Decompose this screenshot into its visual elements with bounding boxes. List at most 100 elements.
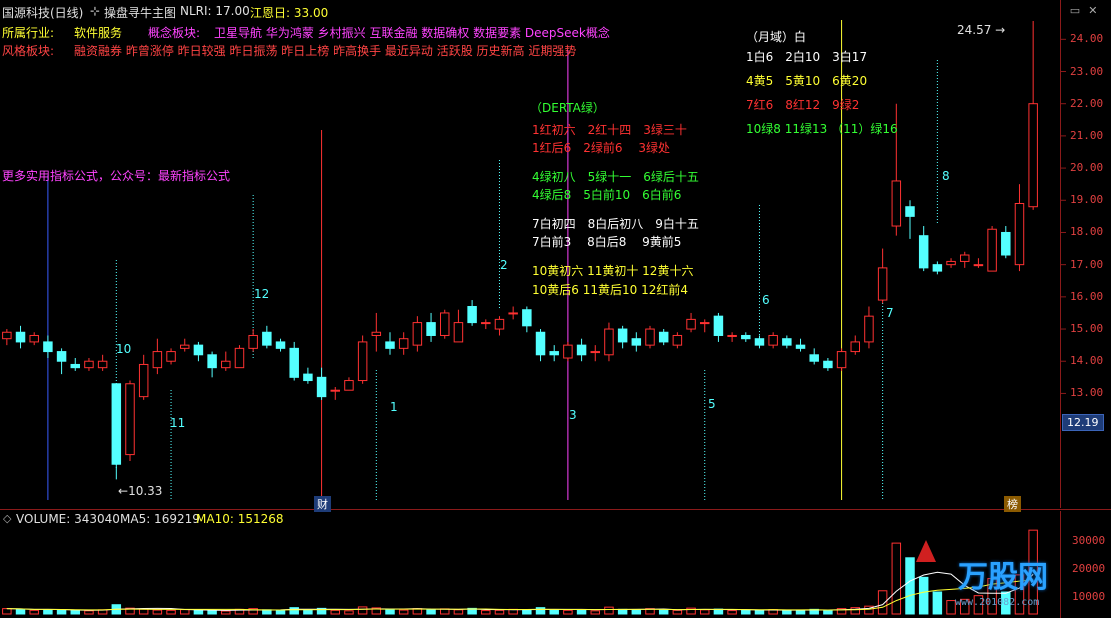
volume-bar [262, 609, 272, 615]
candle-body [699, 322, 710, 325]
yellow-row-2: 10黄后6 11黄后10 12红前4 [532, 283, 688, 297]
candle-body [344, 380, 354, 391]
volume-bar [494, 609, 505, 615]
volume-bar [193, 609, 204, 615]
candle-body [891, 180, 902, 227]
volume-collapse-icon[interactable]: ◇ [3, 512, 11, 525]
candle-body [398, 338, 409, 349]
price-axis-border [1060, 0, 1061, 508]
candle-body [727, 334, 737, 337]
jiangen-value: 江恩日: 33.00 [250, 6, 329, 20]
red-row-2: 1红后6 2绿前6 3绿处 [532, 141, 670, 155]
low-annotation: ←10.33 [118, 484, 162, 498]
cai-tag[interactable]: 财 [314, 496, 331, 512]
close-icon[interactable]: ✕ [1086, 4, 1100, 18]
volume-bar [905, 557, 915, 615]
volume-bar [426, 609, 436, 615]
marker-10: 10 [116, 342, 132, 356]
candle-body [289, 347, 299, 378]
volume-bar [166, 609, 176, 615]
candle-body [658, 331, 669, 343]
candle-body [125, 383, 135, 456]
marker-1: 1 [390, 400, 398, 414]
marker-8: 8 [942, 169, 950, 183]
candle-body [385, 341, 395, 349]
candle-body [918, 235, 929, 269]
candle-body [262, 331, 272, 346]
volume-bar [754, 609, 765, 615]
candle-body [809, 354, 819, 362]
marker-12: 12 [254, 287, 270, 301]
style-value[interactable]: 融资融券 昨曾涨停 昨日较强 昨日振荡 昨日上榜 昨高换手 最近异动 活跃股 历… [74, 42, 576, 59]
candle-body [453, 322, 464, 343]
yellow-row-1: 10黄初六 11黄初十 12黄十六 [532, 264, 694, 278]
concept-value[interactable]: 卫星导航 华为鸿蒙 乡村振兴 互联金融 数据确权 数据要素 DeepSeek概念 [214, 24, 610, 41]
candle-body [29, 334, 39, 343]
ma5-value: MA5: 169219 [120, 512, 200, 526]
indicator-name[interactable]: 操盘寻牛主图 [104, 4, 176, 21]
candle-body [768, 334, 778, 346]
price-axis-label: 18.00 [1070, 225, 1104, 239]
industry-value[interactable]: 软件服务 [74, 24, 122, 41]
bang-tag[interactable]: 榜 [1004, 496, 1021, 512]
candle-body [1028, 103, 1038, 208]
volume-bar [344, 610, 354, 615]
volume-bar [138, 608, 149, 615]
candle-body [823, 360, 833, 369]
candle-body [179, 344, 190, 349]
volume-bar [289, 607, 299, 615]
volume-bar [385, 608, 395, 615]
industry-label: 所属行业: [2, 26, 55, 40]
volume-bar [576, 609, 587, 615]
candle-body [959, 254, 970, 262]
volume-bar [918, 576, 929, 615]
ma10-value: MA10: 151268 [196, 512, 284, 526]
volume-bar [823, 609, 833, 615]
marker-3: 3 [569, 408, 577, 422]
candle-body [43, 341, 53, 353]
volume-bar [152, 609, 163, 615]
high-annotation: 24.57 → [957, 23, 1005, 37]
stock-title[interactable]: 国源科技(日线) [2, 4, 83, 21]
volume-bar [590, 610, 601, 615]
volume-bar [617, 608, 628, 615]
white-row-2: 7白前3 8白后8 9黄前5 [532, 235, 682, 249]
candle-body [905, 206, 915, 217]
candle-body [15, 331, 26, 343]
green-row-1: 4绿初八 5绿十一 6绿后十五 [532, 170, 699, 184]
arrow-right-icon: → [991, 23, 1006, 37]
candle-body [850, 341, 861, 353]
watermark-logo: 万股网 [958, 560, 1048, 595]
red-row-1: 1红初六 2红十四 3绿三十 [532, 123, 687, 137]
candle-body [645, 328, 655, 346]
marker-7: 7 [886, 306, 894, 320]
month-row-2: 4黄5 5黄10 6黄20 [746, 74, 868, 88]
volume-bar [84, 610, 94, 615]
volume-bar [727, 610, 737, 615]
restore-icon[interactable]: ▭ [1068, 4, 1082, 18]
candle-body [111, 383, 122, 465]
candle-body [795, 344, 806, 349]
volume-bar [522, 609, 532, 615]
candle-body [152, 351, 163, 369]
candle-body [864, 315, 874, 343]
price-axis-label: 23.00 [1070, 64, 1104, 78]
volume-bar [2, 608, 12, 615]
volume-bar [70, 610, 81, 615]
candle-body [754, 338, 765, 346]
volume-axis-30000: 30000 [1072, 534, 1106, 547]
candle-body [741, 334, 751, 340]
month-row-1: 1白6 2白10 3白17 [746, 50, 868, 64]
volume-bar [604, 606, 614, 615]
candle-body [631, 338, 642, 346]
indicator-menu-icon[interactable]: ⊹ [90, 4, 100, 18]
volume-bar [549, 609, 559, 615]
volume-axis-10000: 10000 [1072, 590, 1106, 603]
volume-axis-20000: 20000 [1072, 562, 1106, 575]
candle-body [70, 363, 81, 369]
volume-bar [932, 591, 943, 615]
volume-bar [672, 609, 683, 615]
candle-body [836, 351, 847, 369]
candle-body [782, 338, 792, 346]
candle-body [1014, 202, 1025, 266]
